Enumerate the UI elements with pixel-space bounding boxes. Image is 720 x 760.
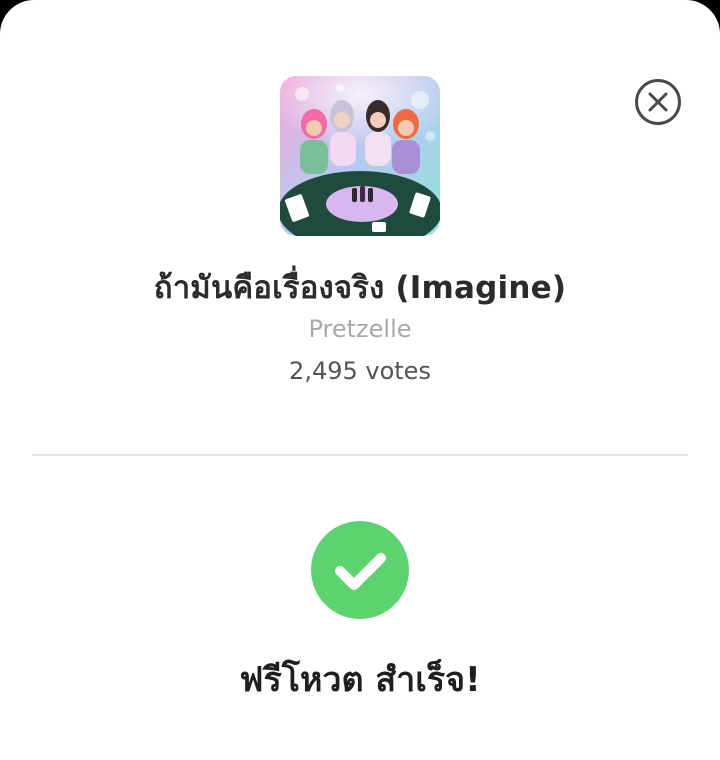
artist-name: Pretzelle — [308, 315, 412, 343]
vote-result-sheet: ถ้ามันคือเรื่องจริง (Imagine) Pretzelle … — [0, 0, 720, 760]
close-icon — [635, 79, 681, 125]
success-message: ฟรีโหวต สำเร็จ! — [239, 660, 481, 700]
album-cover-image — [280, 76, 440, 236]
vote-count: 2,495 votes — [289, 357, 431, 385]
close-button[interactable] — [634, 78, 682, 126]
divider — [32, 454, 688, 456]
song-title: ถ้ามันคือเรื่องจริง (Imagine) — [153, 270, 567, 306]
check-circle-icon — [311, 521, 409, 619]
